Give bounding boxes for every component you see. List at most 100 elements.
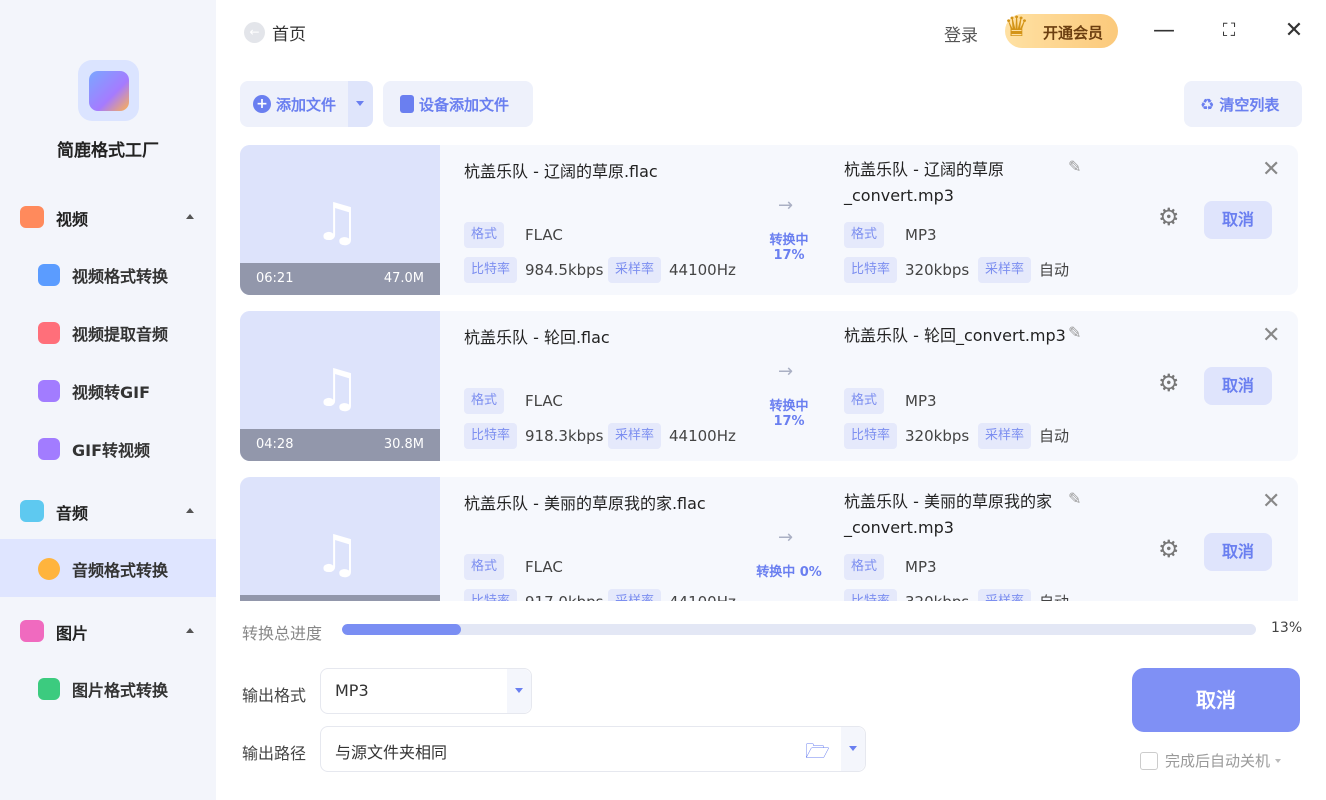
format-tag: 格式 [844, 388, 885, 414]
sidebar-section-video[interactable]: 视频 [0, 200, 216, 234]
sidebar-item-video-to-gif[interactable]: 视频转GIF [0, 361, 216, 419]
sidebar-item-extract-audio[interactable]: 视频提取音频 [0, 303, 216, 361]
sidebar-item-image-format[interactable]: 图片格式转换 [0, 659, 216, 717]
sample-rate-tag: 采样率 [608, 423, 662, 449]
output-path-value: 与源文件夹相同 [335, 743, 448, 762]
output-sample-rate: 自动 [1039, 427, 1070, 445]
plus-icon: + [253, 95, 271, 113]
vip-button[interactable]: ♛ 开通会员 [1004, 10, 1118, 48]
sidebar-item-label: GIF转视频 [72, 441, 151, 460]
broom-icon: ♻ [1200, 94, 1215, 114]
cancel-file-button[interactable]: 取消 [1204, 201, 1272, 239]
duration: 04:28 [256, 437, 294, 452]
cancel-all-button[interactable]: 取消 [1132, 668, 1300, 732]
edit-icon[interactable]: ✎ [1068, 323, 1081, 342]
remove-file-icon[interactable]: ✕ [1262, 489, 1280, 514]
settings-gear-icon[interactable]: ⚙ [1158, 369, 1180, 397]
output-bitrate: 320kbps [905, 261, 970, 279]
device-add-label: 设备添加文件 [419, 95, 510, 114]
source-format: FLAC [525, 226, 563, 244]
sidebar-item-audio-format[interactable]: 音频格式转换 [0, 539, 216, 597]
image-convert-icon [38, 678, 60, 700]
output-format: MP3 [905, 226, 937, 244]
source-filename: 杭盖乐队 - 辽阔的草原.flac [464, 162, 658, 181]
image-icon [20, 620, 44, 642]
duration: 06:21 [256, 271, 294, 286]
collapse-caret-icon[interactable] [186, 628, 194, 633]
output-format: MP3 [905, 558, 937, 576]
format-tag: 格式 [464, 554, 505, 580]
clear-list-button[interactable]: ♻ 清空列表 [1184, 81, 1302, 127]
source-bitrate: 984.5kbps [525, 261, 604, 279]
output-sample-rate: 自动 [1039, 589, 1069, 601]
file-size: 30.8M [383, 437, 424, 452]
file-card: ♫ 杭盖乐队 - 美丽的草原我的家.flac 格式 FLAC 比特率 917.0… [240, 477, 1298, 601]
thumb-info-bar: 06:21 47.0M [240, 263, 440, 295]
add-file-label: 添加文件 [276, 95, 337, 114]
home-label: 首页 [272, 24, 306, 45]
sample-rate-tag: 采样率 [978, 589, 1032, 601]
sidebar-section-image[interactable]: 图片 [0, 614, 216, 648]
maximize-icon[interactable]: ⛶ [1216, 18, 1242, 44]
sidebar-item-video-format[interactable]: 视频格式转换 [0, 245, 216, 303]
total-progress-fill [342, 624, 461, 635]
chevron-down-icon[interactable] [841, 727, 865, 771]
home-link[interactable]: ← 首页 [244, 20, 306, 45]
add-file-button[interactable]: + 添加文件 [240, 81, 373, 127]
chevron-down-icon[interactable] [507, 669, 531, 713]
add-file-dropdown[interactable] [348, 81, 373, 127]
source-filename: 杭盖乐队 - 轮回.flac [464, 328, 610, 347]
collapse-caret-icon[interactable] [186, 508, 194, 513]
format-tag: 格式 [844, 222, 885, 248]
sidebar-item-label: 视频转GIF [72, 383, 151, 402]
sidebar-section-audio[interactable]: 音频 [0, 494, 216, 528]
app-logo [78, 60, 139, 121]
output-sample-rate: 自动 [1039, 261, 1070, 279]
file-card: ♫ 04:28 30.8M 杭盖乐队 - 轮回.flac 格式 FLAC 比特率… [240, 311, 1298, 461]
close-window-icon[interactable]: ✕ [1281, 18, 1307, 44]
sidebar-item-label: 图片格式转换 [72, 681, 169, 700]
settings-gear-icon[interactable]: ⚙ [1158, 203, 1180, 231]
source-format: FLAC [525, 558, 563, 576]
login-link[interactable]: 登录 [944, 21, 978, 46]
sidebar-section-label: 图片 [56, 624, 89, 643]
crown-icon: ♛ [1004, 10, 1030, 43]
remove-file-icon[interactable]: ✕ [1262, 157, 1280, 182]
sidebar-item-label: 视频格式转换 [72, 267, 169, 286]
device-add-button[interactable]: 设备添加文件 [383, 81, 533, 127]
collapse-caret-icon[interactable] [186, 214, 194, 219]
minimize-icon[interactable]: — [1151, 18, 1177, 44]
file-size: 47.0M [383, 271, 424, 286]
edit-icon[interactable]: ✎ [1068, 157, 1081, 176]
auto-shutdown-option[interactable]: 完成后自动关机 [1140, 750, 1282, 771]
bitrate-tag: 比特率 [844, 423, 898, 449]
edit-icon[interactable]: ✎ [1068, 489, 1081, 508]
sidebar-item-label: 音频格式转换 [72, 561, 169, 580]
thumb-info-bar: 04:28 30.8M [240, 429, 440, 461]
back-arrow-icon: ← [244, 21, 265, 43]
output-format-select[interactable]: MP3 [320, 668, 532, 714]
caret-down-icon[interactable] [1275, 758, 1282, 763]
cancel-file-button[interactable]: 取消 [1204, 367, 1272, 405]
sidebar-item-gif-to-video[interactable]: GIF转视频 [0, 419, 216, 477]
output-bitrate: 320kbps [905, 427, 970, 445]
music-note-icon: ♫ [314, 359, 361, 419]
cancel-file-button[interactable]: 取消 [1204, 533, 1272, 571]
folder-icon[interactable]: 🗁 [805, 737, 830, 771]
auto-shutdown-checkbox[interactable] [1140, 751, 1158, 770]
app-window: 简鹿格式工厂 视频 视频格式转换 视频提取音频 视频转GIF GIF转视频 音频 [0, 0, 1326, 800]
remove-file-icon[interactable]: ✕ [1262, 323, 1280, 348]
settings-gear-icon[interactable]: ⚙ [1158, 535, 1180, 563]
music-note-icon: ♫ [314, 193, 361, 253]
output-path-select[interactable]: 与源文件夹相同 🗁 [320, 726, 866, 772]
conversion-status: 转换中 17% [769, 399, 809, 429]
format-tag: 格式 [464, 222, 505, 248]
output-format-value: MP3 [335, 681, 369, 700]
arrow-right-icon: → [778, 361, 794, 382]
sample-rate-tag: 采样率 [978, 257, 1032, 283]
bitrate-tag: 比特率 [464, 589, 518, 601]
file-thumbnail: ♫ [240, 477, 440, 601]
auto-shutdown-label: 完成后自动关机 [1165, 752, 1271, 770]
sidebar-section-label: 视频 [56, 210, 89, 229]
output-bitrate: 320kbps [905, 589, 969, 601]
